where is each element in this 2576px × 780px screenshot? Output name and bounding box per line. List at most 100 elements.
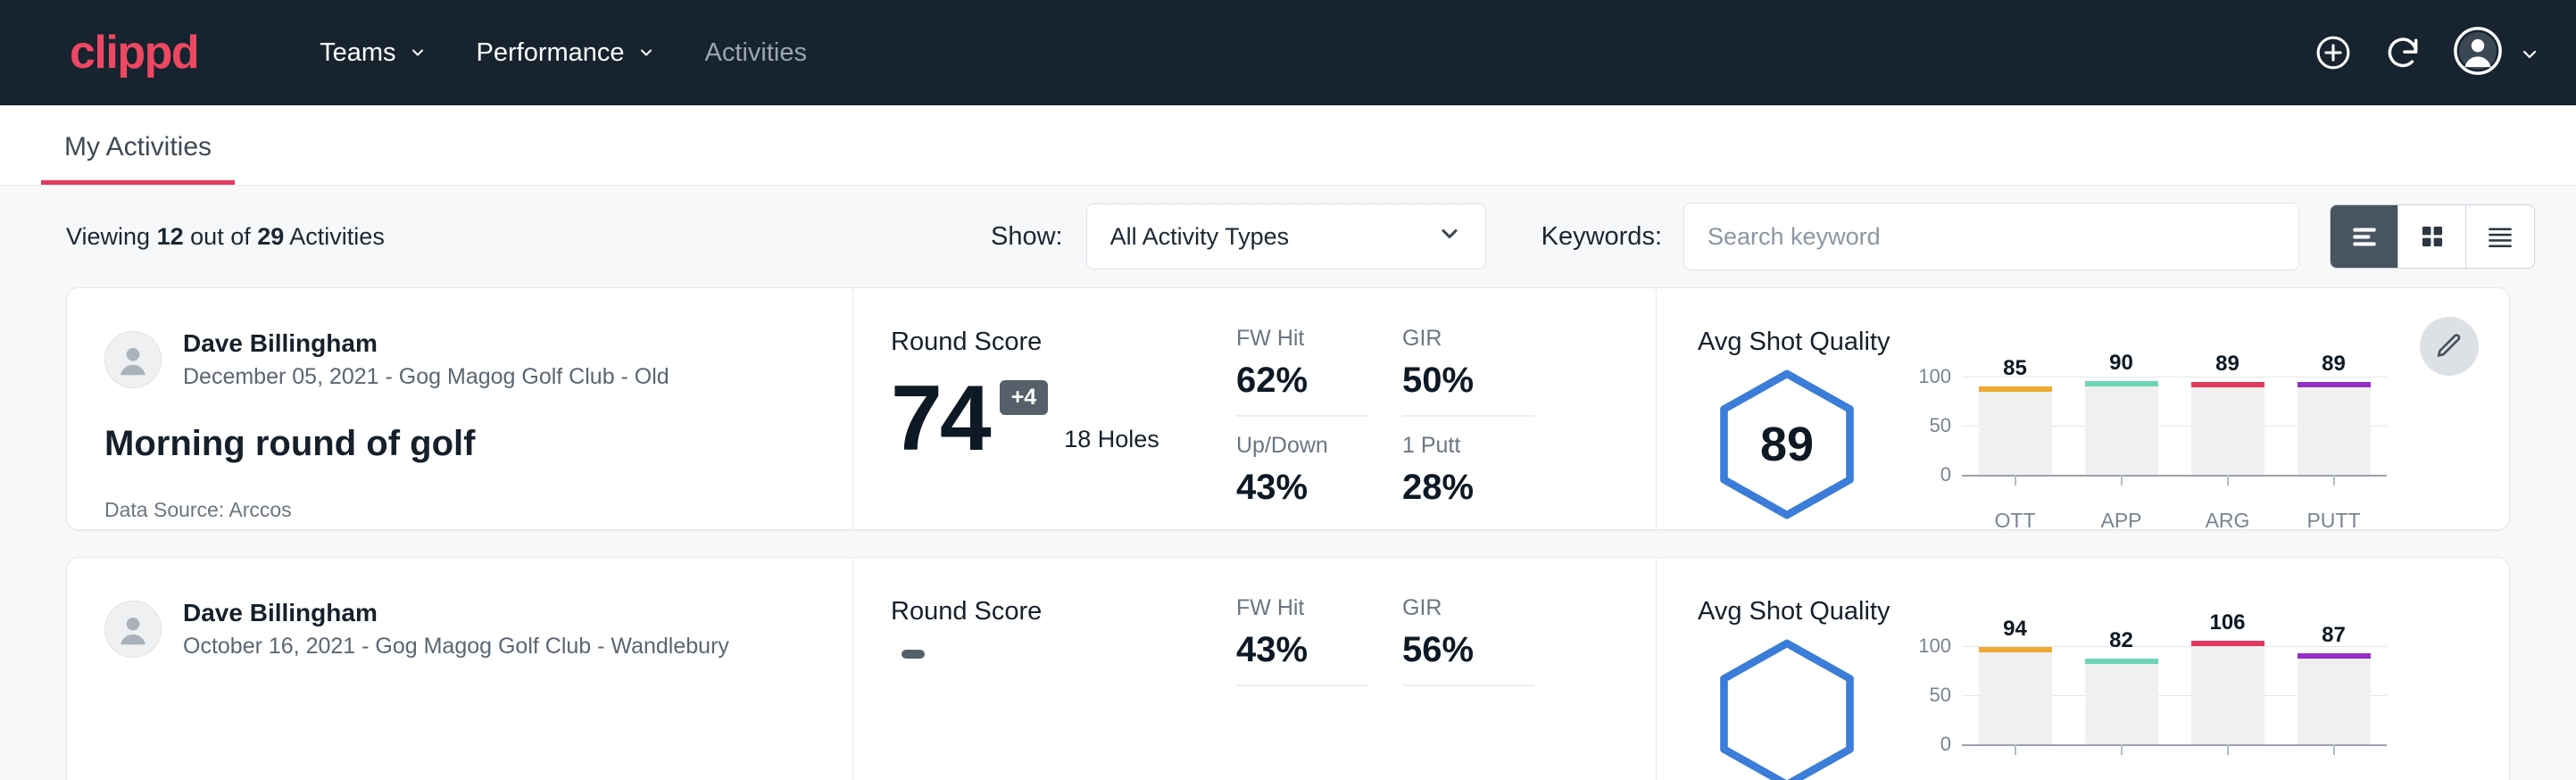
edit-activity-button[interactable] xyxy=(2420,317,2479,376)
activity-info-column: Dave Billingham December 05, 2021 - Gog … xyxy=(67,288,852,529)
stat-up-down: Up/Down 43% xyxy=(1236,433,1368,522)
nav-item-label: Performance xyxy=(477,38,625,68)
nav-item-label: Activities xyxy=(705,38,807,68)
chart-bar-value-label: 90 xyxy=(2085,351,2158,376)
chart-bar-value-label: 85 xyxy=(1979,356,2052,381)
chevron-down-icon xyxy=(637,44,655,62)
tab-bar: My Activities xyxy=(0,105,2576,186)
player-name: Dave Billingham xyxy=(183,597,729,628)
chart-bar xyxy=(1979,392,2052,476)
player-name: Dave Billingham xyxy=(183,328,669,359)
activity-type-value: All Activity Types xyxy=(1110,223,1290,251)
stat-value: 28% xyxy=(1402,468,1534,508)
chart-x-tick xyxy=(2121,744,2123,755)
list-view-button[interactable] xyxy=(2331,205,2398,268)
chart-bar-value-label: 89 xyxy=(2191,352,2264,377)
viewing-count: 12 xyxy=(157,223,184,250)
nav-actions xyxy=(2314,26,2537,80)
stat-label: FW Hit xyxy=(1236,595,1368,621)
viewing-total: 29 xyxy=(257,223,284,250)
grid-view-button[interactable] xyxy=(2398,205,2466,268)
stat-label: GIR xyxy=(1402,595,1534,621)
chart-bar-cap xyxy=(1979,647,2052,652)
chart-bar-slot: 94 xyxy=(1979,646,2052,744)
chart-bar xyxy=(2191,387,2264,475)
viewing-prefix: Viewing xyxy=(66,223,150,250)
avg-shot-quality-hexagon: 89 xyxy=(1698,368,1876,521)
activity-card[interactable]: Dave Billingham October 16, 2021 - Gog M… xyxy=(66,557,2510,780)
chart-bar xyxy=(2191,646,2264,744)
nav-item-performance[interactable]: Performance xyxy=(452,29,680,77)
search-input[interactable] xyxy=(1683,203,2299,270)
chart-bar-cap xyxy=(2298,382,2371,387)
chart-x-tick xyxy=(2015,475,2016,485)
round-score-column: Round Score xyxy=(852,558,1236,780)
refresh-icon[interactable] xyxy=(2383,33,2422,72)
chart-x-tick xyxy=(2121,475,2123,485)
tab-my-activities[interactable]: My Activities xyxy=(41,132,235,185)
chart-bars: 948210687 xyxy=(1962,646,2387,744)
chart-bar-slot: 85 xyxy=(1979,377,2052,475)
chart-bar-slot: 90 xyxy=(2085,377,2158,475)
chart-bar xyxy=(2298,659,2371,744)
chart-bar-value-label: 106 xyxy=(2191,610,2264,635)
stat-gir: GIR 50% xyxy=(1402,326,1534,417)
round-score-heading: Round Score xyxy=(891,597,1236,626)
round-stats-column: FW Hit 43% GIR 56% xyxy=(1236,558,1656,780)
top-navigation-bar: clippd Teams Performance Activities xyxy=(0,0,2576,105)
chart-y-tick-label: 0 xyxy=(1940,733,1951,756)
avg-shot-quality-heading: Avg Shot Quality xyxy=(1698,597,2509,626)
chart-bar-slot: 82 xyxy=(2085,646,2158,744)
round-score-column: Round Score 74 +4 18 Holes xyxy=(852,288,1236,529)
chart-x-tick-label: OTT xyxy=(1979,509,2052,533)
show-label: Show: xyxy=(991,222,1063,252)
activity-meta: October 16, 2021 - Gog Magog Golf Club -… xyxy=(183,632,729,661)
avatar xyxy=(2453,26,2503,80)
nav-item-activities[interactable]: Activities xyxy=(680,29,832,77)
chart-bar-cap xyxy=(1979,386,2052,392)
stat-one-putt: 1 Putt 28% xyxy=(1402,433,1534,522)
chart-x-tick xyxy=(2333,744,2335,755)
chart-bar xyxy=(1979,652,2052,744)
chart-x-tick xyxy=(2015,744,2016,755)
user-menu[interactable] xyxy=(2453,26,2537,80)
activity-type-select[interactable]: All Activity Types xyxy=(1086,203,1486,270)
avg-shot-quality-column: Avg Shot Quality 89 05010085908989 OTTAP… xyxy=(1656,288,2509,529)
chart-bar-slot: 87 xyxy=(2298,646,2371,744)
chart-y-tick-label: 50 xyxy=(1930,414,1951,437)
viewing-mid: out of xyxy=(190,223,251,250)
viewing-summary: Viewing 12 out of 29 Activities xyxy=(66,223,385,251)
shot-quality-bar-chart: 05010085908989 OTTAPPARGPUTT xyxy=(1914,362,2387,533)
chart-bar-cap xyxy=(2085,659,2158,664)
chart-x-tick xyxy=(2227,744,2229,755)
avg-shot-quality-column: Avg Shot Quality 050100948210687 OTTAPPA… xyxy=(1656,558,2509,780)
add-circle-icon[interactable] xyxy=(2314,33,2353,72)
activity-title: Morning round of golf xyxy=(104,424,817,464)
chart-bar xyxy=(2298,387,2371,475)
holes-played: 18 Holes xyxy=(1064,426,1159,453)
score-to-par-badge xyxy=(902,650,925,659)
score-to-par-badge: +4 xyxy=(1000,380,1049,415)
activity-card[interactable]: Dave Billingham December 05, 2021 - Gog … xyxy=(66,287,2510,530)
player-header: Dave Billingham October 16, 2021 - Gog M… xyxy=(104,597,817,661)
chevron-down-icon xyxy=(409,44,427,62)
chart-bar-value-label: 89 xyxy=(2298,352,2371,377)
chart-bar-cap xyxy=(2191,382,2264,387)
chart-bars: 85908989 xyxy=(1962,377,2387,475)
chart-y-tick-label: 0 xyxy=(1940,463,1951,486)
chart-bar-slot: 89 xyxy=(2298,377,2371,475)
chart-x-tick xyxy=(2333,475,2335,485)
chart-bar-cap xyxy=(2298,653,2371,659)
stat-label: GIR xyxy=(1402,326,1534,352)
chart-bar-cap xyxy=(2085,381,2158,386)
compact-view-button[interactable] xyxy=(2466,205,2534,268)
avg-shot-quality-value: 89 xyxy=(1760,417,1814,472)
stat-value: 50% xyxy=(1402,361,1534,401)
nav-item-teams[interactable]: Teams xyxy=(295,29,451,77)
app-logo[interactable]: clippd xyxy=(70,29,198,76)
keywords-label: Keywords: xyxy=(1541,222,1662,252)
stat-value: 62% xyxy=(1236,361,1368,401)
chart-y-tick-label: 100 xyxy=(1918,365,1951,388)
viewing-suffix: Activities xyxy=(289,223,385,250)
avatar xyxy=(104,331,162,388)
